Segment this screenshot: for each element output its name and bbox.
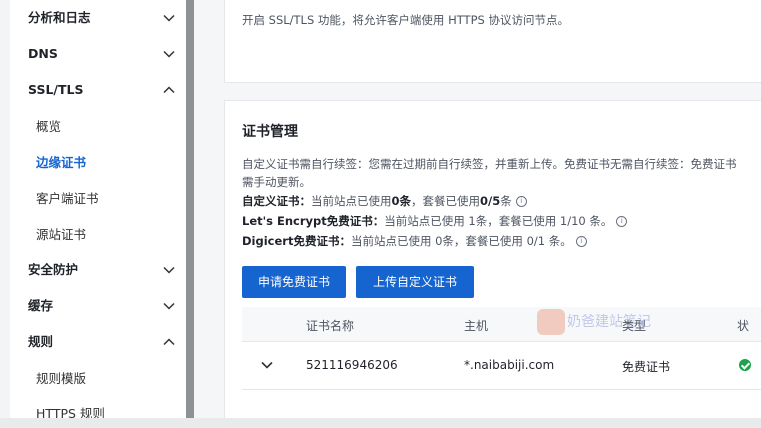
cert-type: 免费证书 [622, 360, 671, 374]
chevron-up-icon [163, 338, 175, 346]
certificate-management-card: 证书管理 自定义证书需自行续签：您需在过期前自行续签，并重新上传。免费证书无需自… [224, 100, 761, 418]
sidebar-item-label: DNS [28, 46, 58, 61]
sidebar-item-label: 分析和日志 [28, 10, 91, 25]
watermark-logo-icon [537, 309, 565, 335]
col-host: 主机 [464, 319, 489, 333]
chevron-down-icon [163, 50, 175, 58]
sidebar-sub-client-certificates[interactable]: 客户端证书 [36, 189, 99, 209]
custom-cert-rest: ，套餐已使用 [411, 194, 481, 208]
sidebar-item-rules[interactable]: 规则 [28, 332, 178, 352]
col-cert-name: 证书名称 [306, 319, 355, 333]
sidebar-item-ssl-tls[interactable]: SSL/TLS [28, 80, 178, 100]
letsencrypt-text: 当前站点已使用 1条，套餐已使用 1/10 条。 [384, 214, 613, 228]
sidebar-sub-edge-certificates[interactable]: 边缘证书 [36, 153, 86, 173]
cert-name: 521116946206 [306, 358, 398, 372]
custom-cert-label: 自定义证书： [242, 194, 311, 208]
sidebar-item-analytics[interactable]: 分析和日志 [28, 8, 178, 28]
cert-host: *.naibabiji.com [464, 358, 555, 372]
sidebar-scrollbar[interactable] [186, 0, 194, 418]
sidebar-item-label: 规则 [28, 334, 54, 349]
sidebar-item-label: SSL/TLS [28, 82, 84, 97]
expand-chevron-icon[interactable] [260, 358, 274, 372]
letsencrypt-label: Let's Encrypt免费证书： [242, 214, 385, 228]
digicert-usage: Digicert免费证书：当前站点已使用 0条，套餐已使用 0/1 条。 i [242, 233, 587, 249]
status-success-icon [739, 359, 751, 371]
col-status: 状 [737, 319, 750, 333]
watermark: 奶爸建站笔记 [567, 314, 651, 330]
apply-free-cert-button[interactable]: 申请免费证书 [242, 266, 346, 298]
sidebar-item-dns[interactable]: DNS [28, 44, 178, 64]
renewal-note-cont: 需手动更新。 [242, 175, 311, 189]
sidebar-sub-https-rules[interactable]: HTTPS 规则 [36, 404, 105, 418]
main-content: 开启 SSL/TLS 功能，将允许客户端使用 HTTPS 协议访问节点。 证书管… [194, 0, 761, 418]
info-icon[interactable]: i [616, 216, 628, 227]
sidebar-item-security[interactable]: 安全防护 [28, 260, 178, 280]
sidebar-item-label: 缓存 [28, 298, 54, 313]
chevron-down-icon [163, 302, 175, 310]
sidebar-sub-origin-certificates[interactable]: 源站证书 [36, 225, 86, 245]
chevron-down-icon [163, 14, 175, 22]
ssl-description: 开启 SSL/TLS 功能，将允许客户端使用 HTTPS 协议访问节点。 [242, 13, 569, 27]
table-row[interactable]: 521116946206 *.naibabiji.com 免费证书 [242, 341, 761, 390]
sidebar-item-cache[interactable]: 缓存 [28, 296, 178, 316]
custom-cert-count: 0条 [391, 194, 412, 208]
window-bottom-edge [0, 418, 761, 428]
sidebar-item-label: 安全防护 [28, 262, 79, 277]
sidebar: 分析和日志 DNS SSL/TLS 概览 边缘证书 客户端证书 源站证书 安全防… [10, 0, 186, 418]
custom-cert-text: 当前站点已使用 [311, 194, 392, 208]
chevron-up-icon [163, 86, 175, 94]
renewal-note: 自定义证书需自行续签：您需在过期前自行续签，并重新上传。免费证书无需自行续签：免… [242, 157, 737, 171]
custom-cert-unit: 条 [500, 194, 512, 208]
digicert-label: Digicert免费证书： [242, 234, 351, 248]
section-title: 证书管理 [242, 124, 298, 140]
chevron-down-icon [163, 266, 175, 274]
sidebar-sub-overview[interactable]: 概览 [36, 117, 61, 137]
app-frame: 分析和日志 DNS SSL/TLS 概览 边缘证书 客户端证书 源站证书 安全防… [0, 0, 761, 428]
sidebar-sub-rule-templates[interactable]: 规则模版 [36, 369, 86, 389]
letsencrypt-usage: Let's Encrypt免费证书：当前站点已使用 1条，套餐已使用 1/10 … [242, 213, 628, 229]
custom-cert-usage: 自定义证书：当前站点已使用0条，套餐已使用0/5条 i [242, 193, 527, 209]
ssl-card: 开启 SSL/TLS 功能，将允许客户端使用 HTTPS 协议访问节点。 [224, 0, 761, 83]
info-icon[interactable]: i [515, 196, 527, 207]
custom-cert-quota: 0/5 [480, 194, 501, 208]
upload-custom-cert-button[interactable]: 上传自定义证书 [356, 266, 474, 298]
table-header: 证书名称 主机 类型 状 [242, 307, 761, 342]
info-icon[interactable]: i [575, 236, 587, 247]
digicert-text: 当前站点已使用 0条，套餐已使用 0/1 条。 [350, 234, 572, 248]
left-edge [0, 0, 10, 418]
